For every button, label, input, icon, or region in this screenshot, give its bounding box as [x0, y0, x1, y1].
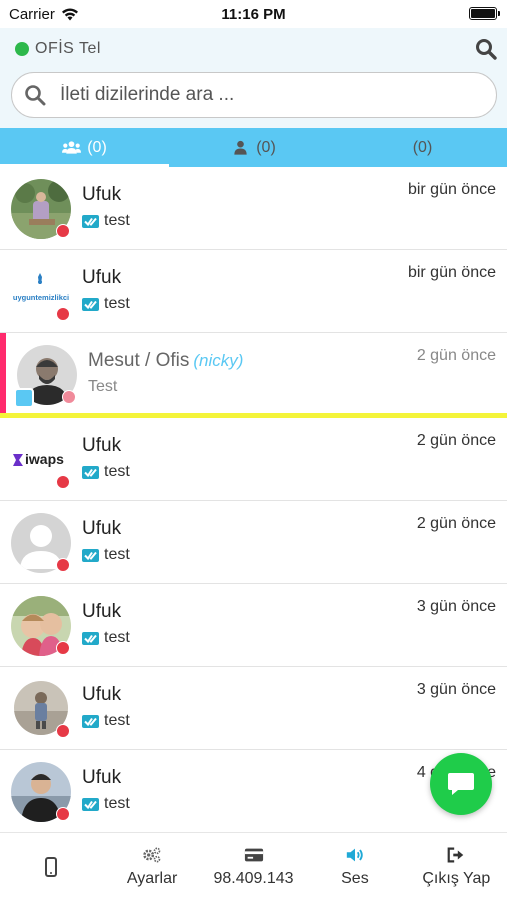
tab-groups-count: (0): [87, 138, 107, 156]
phone-button[interactable]: [0, 833, 101, 900]
timestamp: 2 gün önce: [416, 347, 496, 364]
contact-name: Ufuk: [82, 518, 122, 539]
contact-name: Ufuk: [82, 184, 122, 205]
timestamp: 3 gün önce: [416, 598, 496, 615]
last-message-text: test: [104, 212, 130, 229]
last-message-text: Test: [88, 378, 118, 395]
last-message: test: [82, 212, 130, 230]
unread-dot: [56, 807, 70, 821]
channel-badge-icon: [14, 388, 34, 408]
gears-icon: [143, 847, 161, 863]
double-check-icon: [82, 797, 99, 811]
settings-label: Ayarlar: [126, 870, 178, 887]
conversation-row[interactable]: uyguntemizlikci Ufuk test bir gün önce: [0, 250, 507, 333]
volume-icon: [346, 848, 363, 862]
double-check-icon: [82, 548, 99, 562]
unread-dot: [56, 724, 70, 738]
bottom-nav: Ayarlar 98.409.143 Ses Çıkış Yap: [0, 832, 507, 900]
unread-dot: [56, 641, 70, 655]
mobile-phone-icon: [44, 856, 57, 877]
last-message-text: test: [104, 629, 130, 646]
double-check-icon: [82, 214, 99, 228]
last-message-text: test: [104, 463, 130, 480]
timestamp: bir gün önce: [407, 264, 496, 281]
contact-name: Mesut / Ofis (nicky): [88, 350, 243, 372]
tab-single[interactable]: (0): [169, 128, 338, 167]
double-check-icon: [82, 465, 99, 479]
contact-name: Ufuk: [82, 435, 122, 456]
search-icon[interactable]: [475, 38, 497, 60]
sign-out-icon: [447, 847, 464, 863]
battery-icon: [469, 7, 500, 20]
conversation-row[interactable]: Ufuk test 3 gün önce: [0, 667, 507, 750]
unread-dot: [56, 475, 70, 489]
sound-label: Ses: [341, 870, 369, 887]
user-icon: [234, 140, 247, 155]
tab-single-count: (0): [256, 138, 276, 156]
contact-name: Ufuk: [82, 267, 122, 288]
unread-dot: [56, 307, 70, 321]
timestamp: 2 gün önce: [416, 515, 496, 532]
timestamp: 3 gün önce: [416, 681, 496, 698]
tab-groups[interactable]: (0): [0, 128, 169, 167]
conversation-row-active[interactable]: Mesut / Ofis (nicky) Test 2 gün önce: [0, 333, 507, 418]
last-message: test: [82, 629, 130, 647]
contact-name: Ufuk: [82, 767, 122, 788]
search-icon: [25, 85, 46, 106]
last-message: test: [82, 795, 130, 813]
conversation-row[interactable]: Ufuk test bir gün önce: [0, 167, 507, 250]
contact-name: Ufuk: [82, 601, 122, 622]
last-message: Test: [88, 378, 117, 396]
conversation-row[interactable]: Ufuk test 2 gün önce: [0, 501, 507, 584]
avatar-logo-text: iwaps: [25, 451, 64, 467]
unread-dot: [56, 224, 70, 238]
conversation-list: Ufuk test bir gün önce uyguntemizlikci U…: [0, 167, 507, 833]
conversation-row[interactable]: Ufuk test 3 gün önce: [0, 584, 507, 667]
chat-bubble-icon: [448, 773, 474, 795]
tab-other-count: (0): [412, 138, 433, 156]
contact-name: Ufuk: [82, 684, 122, 705]
credit-card-icon: [244, 848, 263, 862]
online-status-icon: [15, 42, 29, 56]
double-check-icon: [82, 714, 99, 728]
conversation-row[interactable]: iwaps Ufuk test 2 gün önce: [0, 418, 507, 501]
status-dot: [62, 390, 76, 404]
last-message-text: test: [104, 712, 130, 729]
double-check-icon: [82, 631, 99, 645]
status-bar: Carrier 11:16 PM: [0, 0, 507, 28]
line-status[interactable]: OFİS Tel: [15, 40, 101, 58]
last-message-text: test: [104, 795, 130, 812]
header: OFİS Tel: [0, 28, 507, 128]
last-message-text: test: [104, 546, 130, 563]
last-message: test: [82, 463, 130, 481]
contact-name-text: Mesut / Ofis: [88, 350, 190, 371]
logout-button[interactable]: Çıkış Yap: [406, 833, 507, 900]
avatar-logo-text: uyguntemizlikci: [12, 293, 70, 302]
unread-dot: [56, 558, 70, 572]
logout-label: Çıkış Yap: [422, 870, 491, 887]
sound-button[interactable]: Ses: [304, 833, 405, 900]
agent-nick: (nicky): [193, 351, 244, 370]
last-message: test: [82, 712, 130, 730]
settings-button[interactable]: Ayarlar: [101, 833, 202, 900]
timestamp: bir gün önce: [407, 181, 496, 198]
users-icon: [62, 141, 82, 154]
line-name: OFİS Tel: [35, 40, 101, 57]
search-input[interactable]: [60, 84, 460, 106]
double-check-icon: [82, 297, 99, 311]
new-chat-button[interactable]: [430, 753, 492, 815]
last-message: test: [82, 295, 130, 313]
search-box[interactable]: [11, 72, 497, 118]
timestamp: 2 gün önce: [416, 432, 496, 449]
balance-label: 98.409.143: [213, 870, 294, 887]
last-message-text: test: [104, 295, 130, 312]
tab-other[interactable]: (0): [338, 128, 507, 167]
balance-button[interactable]: 98.409.143: [203, 833, 304, 900]
last-message: test: [82, 546, 130, 564]
clock: 11:16 PM: [221, 6, 286, 23]
tab-bar: (0) (0) (0): [0, 128, 507, 167]
